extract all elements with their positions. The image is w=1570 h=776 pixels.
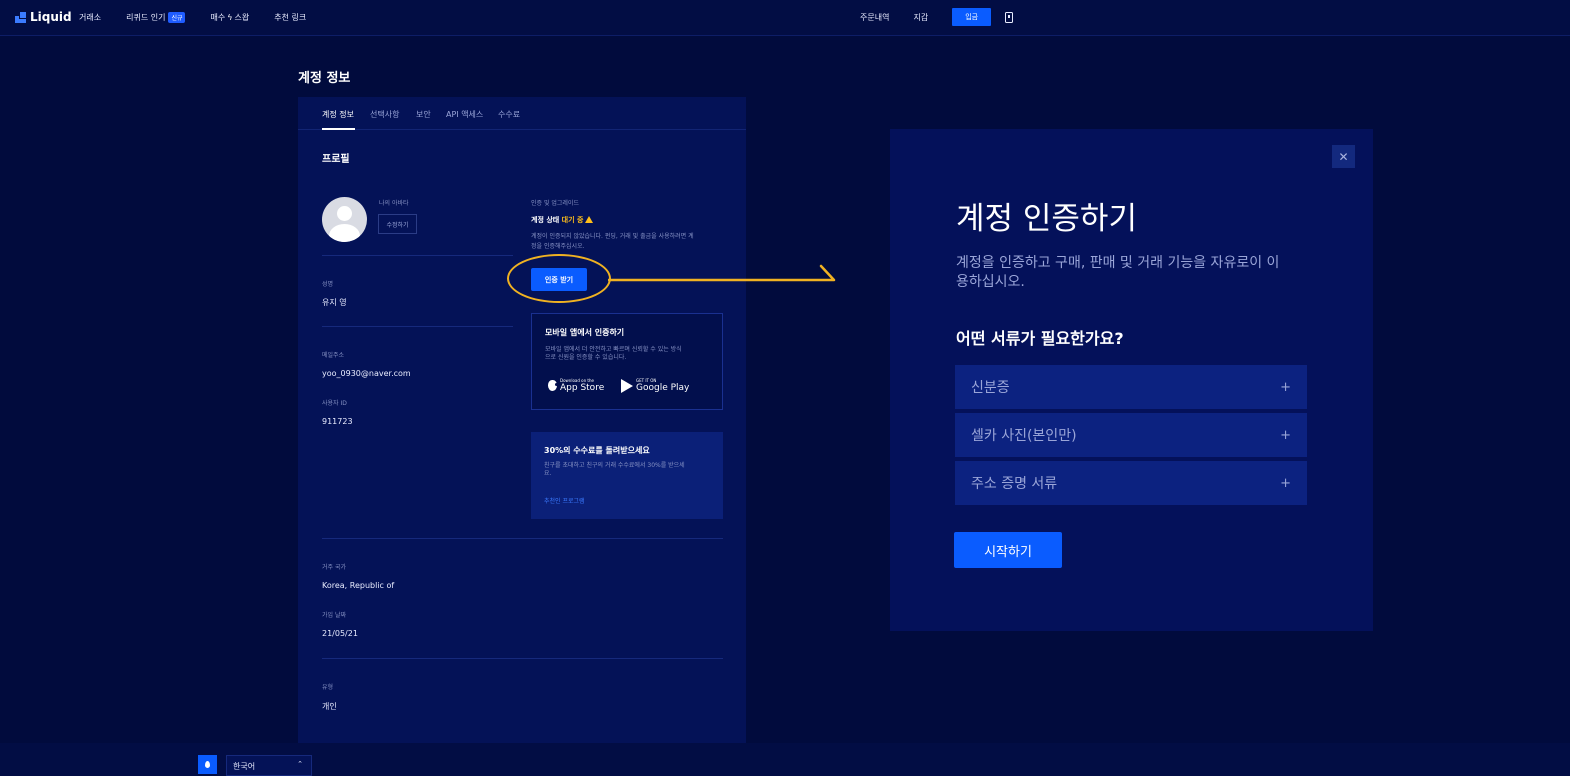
referral-desc-1: 친구를 초대하고 친구의 거래 수수료에서 30%를 받으세 — [544, 462, 685, 469]
active-tab-indicator — [322, 128, 355, 130]
nav-swap-label: 스왑 — [234, 13, 250, 22]
google-play-big: Google Play — [636, 383, 690, 393]
annotation-circle — [507, 254, 611, 303]
app-store-button[interactable]: Download on the App Store — [548, 378, 604, 393]
plus-icon: + — [1280, 427, 1291, 443]
page-title: 계정 정보 — [298, 71, 351, 86]
divider — [322, 255, 513, 256]
joined-label: 가입 날짜 — [322, 612, 346, 619]
nav-right: 주문내역 지갑 입금 — [860, 8, 1014, 26]
verification-desc-1: 계정이 인증되지 않았습니다. 펀딩, 거래 및 출금을 사용하려면 계 — [531, 233, 694, 240]
tab-account-info[interactable]: 계정 정보 — [322, 109, 354, 120]
google-play-icon — [621, 378, 633, 393]
email-label: 메일주소 — [322, 352, 345, 359]
phone-icon[interactable] — [1005, 11, 1014, 23]
app-store-big: App Store — [560, 383, 605, 393]
doc-label: 신분증 — [971, 380, 1010, 396]
mobile-box-desc-1: 모바일 앱에서 더 안전하고 빠르며 신뢰할 수 있는 방식 — [545, 346, 682, 353]
tab-api-access[interactable]: API 액세스 — [446, 109, 483, 120]
email-value: yoo_0930@naver.com — [322, 369, 411, 378]
tab-bar: 계정 정보 선택사항 보안 API 액세스 수수료 — [298, 97, 746, 130]
nav-exchange[interactable]: 거래소 — [79, 12, 101, 23]
name-label: 성명 — [322, 281, 334, 288]
status-badge: 대기 중 — [561, 216, 584, 224]
country-value: Korea, Republic of — [322, 581, 395, 590]
plus-icon: + — [1280, 475, 1291, 491]
top-navigation: Liquid 거래소 리퀴드 인기 신규 매수 ϟ 스왑 추천 링크 주문내역 … — [0, 0, 1570, 36]
nav-referral[interactable]: 추천 링크 — [274, 12, 306, 23]
verification-section-label: 인증 및 업그레이드 — [531, 200, 579, 207]
nav-popular-label: 리퀴드 인기 — [126, 13, 166, 22]
avatar — [322, 197, 367, 242]
user-id-label: 사용자 ID — [322, 400, 347, 407]
google-play-button[interactable]: GET IT ON Google Play — [621, 378, 689, 393]
tab-security[interactable]: 보안 — [416, 109, 431, 120]
plus-icon: + — [1280, 379, 1291, 395]
mobile-box-desc: 모바일 앱에서 더 안전하고 빠르며 신뢰할 수 있는 방식 으로 신원을 인증… — [545, 346, 715, 362]
tab-preferences[interactable]: 선택사항 — [370, 109, 399, 120]
warning-icon — [585, 216, 594, 223]
type-value: 개인 — [322, 702, 337, 711]
nav-wallet[interactable]: 지갑 — [913, 12, 928, 23]
close-icon[interactable]: ✕ — [1332, 145, 1355, 168]
nav-buy-swap[interactable]: 매수 ϟ 스왑 — [210, 12, 249, 23]
avatar-label: 나의 아바타 — [379, 200, 409, 207]
nav-left: 거래소 리퀴드 인기 신규 매수 ϟ 스왑 추천 링크 — [79, 12, 331, 23]
apple-icon — [548, 380, 558, 391]
country-label: 거주 국가 — [322, 564, 346, 571]
divider — [322, 658, 723, 659]
account-status: 계정 상태 대기 중 — [531, 215, 594, 225]
language-select[interactable]: 한국어 ⌃ — [226, 755, 312, 776]
chevron-up-icon: ⌃ — [297, 760, 303, 768]
status-prefix: 계정 상태 — [531, 216, 560, 224]
nav-orders[interactable]: 주문내역 — [860, 12, 889, 23]
modal-desc-1: 계정을 인증하고 구매, 판매 및 거래 기능을 자유로이 이 — [956, 255, 1280, 271]
logo[interactable]: Liquid — [15, 10, 72, 24]
deposit-button[interactable]: 입금 — [952, 8, 992, 26]
start-button[interactable]: 시작하기 — [954, 532, 1062, 568]
annotation-arrow — [608, 264, 836, 282]
bolt-icon: ϟ — [227, 13, 233, 22]
type-label: 유형 — [322, 684, 334, 691]
doc-label: 주소 증명 서류 — [971, 476, 1058, 492]
edit-avatar-button[interactable]: 수정하기 — [378, 214, 417, 234]
user-id-value: 911723 — [322, 417, 353, 426]
mobile-verify-box: 모바일 앱에서 인증하기 모바일 앱에서 더 안전하고 빠르며 신뢰할 수 있는… — [531, 313, 723, 410]
mobile-box-desc-2: 으로 신원을 인증할 수 있습니다. — [545, 354, 627, 361]
divider — [322, 326, 513, 327]
modal-title: 계정 인증하기 — [956, 201, 1137, 237]
app-store-text: Download on the App Store — [560, 378, 604, 393]
divider — [322, 538, 723, 539]
doc-item-address-proof[interactable]: 주소 증명 서류 + — [955, 461, 1307, 505]
logo-text: Liquid — [30, 10, 72, 24]
profile-title: 프로필 — [322, 154, 350, 165]
doc-item-selfie[interactable]: 셀카 사진(본인만) + — [955, 413, 1307, 457]
liquid-drop-button[interactable] — [198, 755, 217, 774]
nav-buy-label: 매수 — [210, 13, 226, 22]
google-play-text: GET IT ON Google Play — [636, 378, 689, 393]
name-value: 유지 영 — [322, 298, 347, 307]
drop-icon — [205, 761, 210, 768]
referral-title: 30%의 수수료를 돌려받으세요 — [544, 446, 650, 455]
referral-desc-2: 요. — [544, 470, 552, 477]
nav-popular[interactable]: 리퀴드 인기 신규 — [126, 12, 186, 23]
doc-label: 셀카 사진(본인만) — [971, 428, 1077, 444]
doc-item-id-card[interactable]: 신분증 + — [955, 365, 1307, 409]
referral-program-link[interactable]: 추천인 프로그램 — [544, 496, 585, 505]
language-value: 한국어 — [233, 762, 256, 771]
referral-desc: 친구를 초대하고 친구의 거래 수수료에서 30%를 받으세 요. — [544, 462, 716, 478]
account-card: 계정 정보 선택사항 보안 API 액세스 수수료 프로필 나의 아바타 수정하… — [298, 97, 746, 744]
verification-modal: ✕ 계정 인증하기 계정을 인증하고 구매, 판매 및 거래 기능을 자유로이 … — [890, 129, 1373, 631]
modal-question: 어떤 서류가 필요한가요? — [956, 329, 1124, 348]
referral-box: 30%의 수수료를 돌려받으세요 친구를 초대하고 친구의 거래 수수료에서 3… — [531, 432, 723, 519]
modal-desc-2: 용하십시오. — [956, 274, 1025, 290]
logo-icon — [15, 11, 26, 23]
joined-value: 21/05/21 — [322, 629, 358, 638]
tab-fees[interactable]: 수수료 — [498, 109, 520, 120]
new-badge: 신규 — [168, 12, 186, 23]
mobile-box-title: 모바일 앱에서 인증하기 — [545, 328, 625, 337]
verification-desc-2: 정을 인증해주십시오. — [531, 243, 585, 250]
modal-desc: 계정을 인증하고 구매, 판매 및 거래 기능을 자유로이 이 용하십시오. — [956, 254, 1331, 292]
